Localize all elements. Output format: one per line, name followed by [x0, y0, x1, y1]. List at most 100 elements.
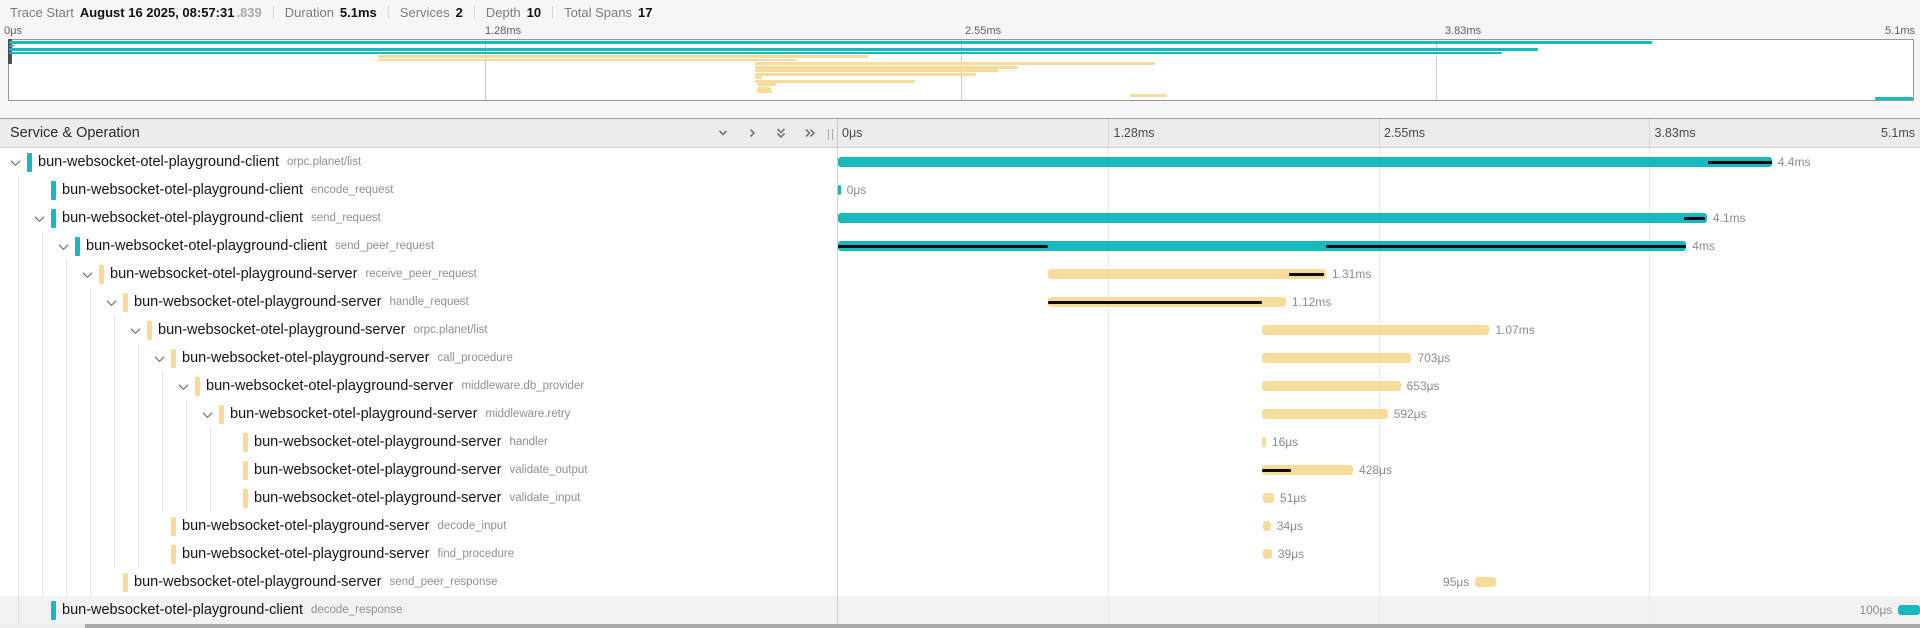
span-row[interactable]: bun-websocket-otel-playground-client sen…: [0, 232, 1920, 260]
span-expand-toggle[interactable]: [31, 182, 47, 198]
span-duration-bar[interactable]: [1475, 577, 1496, 587]
span-bar-cell[interactable]: 428μs: [837, 456, 1920, 484]
span-expand-toggle[interactable]: [31, 210, 47, 226]
span-bar-cell[interactable]: 34μs: [837, 512, 1920, 540]
span-row[interactable]: bun-websocket-otel-playground-server sen…: [0, 568, 1920, 596]
span-row[interactable]: bun-websocket-otel-playground-client enc…: [0, 176, 1920, 204]
span-row[interactable]: bun-websocket-otel-playground-server fin…: [0, 540, 1920, 568]
span-row[interactable]: bun-websocket-otel-playground-server orp…: [0, 316, 1920, 344]
span-bar-cell[interactable]: 51μs: [837, 484, 1920, 512]
span-row[interactable]: bun-websocket-otel-playground-server mid…: [0, 400, 1920, 428]
span-expand-toggle[interactable]: [127, 322, 143, 338]
span-bar-cell[interactable]: 95μs: [837, 568, 1920, 596]
span-expand-toggle[interactable]: [151, 518, 167, 534]
span-row[interactable]: bun-websocket-otel-playground-server val…: [0, 484, 1920, 512]
span-row[interactable]: bun-websocket-otel-playground-server rec…: [0, 260, 1920, 288]
span-duration-bar[interactable]: [1262, 353, 1411, 363]
span-name-cell[interactable]: bun-websocket-otel-playground-server han…: [0, 288, 837, 316]
span-bar-cell[interactable]: 16μs: [837, 428, 1920, 456]
span-row[interactable]: bun-websocket-otel-playground-client dec…: [0, 596, 1920, 624]
span-expand-toggle[interactable]: [103, 294, 119, 310]
span-bar-cell[interactable]: 4.4ms: [837, 148, 1920, 176]
span-name-cell[interactable]: bun-websocket-otel-playground-server val…: [0, 484, 837, 512]
span-name-cell[interactable]: bun-websocket-otel-playground-client sen…: [0, 232, 837, 260]
span-name-cell[interactable]: bun-websocket-otel-playground-client sen…: [0, 204, 837, 232]
span-name-cell[interactable]: bun-websocket-otel-playground-server rec…: [0, 260, 837, 288]
chevron-down-icon[interactable]: [716, 126, 730, 140]
span-bar-cell[interactable]: 100μs: [837, 596, 1920, 624]
span-expand-toggle[interactable]: [223, 490, 239, 506]
span-name-cell[interactable]: bun-websocket-otel-playground-server val…: [0, 456, 837, 484]
span-row[interactable]: bun-websocket-otel-playground-client orp…: [0, 148, 1920, 176]
span-bar-cell[interactable]: 592μs: [837, 400, 1920, 428]
span-duration-bar[interactable]: [1262, 381, 1400, 391]
span-name-cell[interactable]: bun-websocket-otel-playground-server han…: [0, 428, 837, 456]
span-row[interactable]: bun-websocket-otel-playground-server cal…: [0, 344, 1920, 372]
timeline-header-ticks: 0μs1.28ms2.55ms3.83ms5.1ms: [837, 119, 1920, 147]
span-duration-bar[interactable]: [838, 185, 841, 195]
span-duration-bar[interactable]: [1262, 409, 1388, 419]
service-name: bun-websocket-otel-playground-client: [62, 182, 303, 198]
span-duration-bar[interactable]: [838, 157, 1772, 167]
span-name-cell[interactable]: bun-websocket-otel-playground-server mid…: [0, 400, 837, 428]
tree-guide-line: [18, 400, 31, 428]
span-row[interactable]: bun-websocket-otel-playground-server mid…: [0, 372, 1920, 400]
span-expand-toggle[interactable]: [7, 154, 23, 170]
span-bar-cell[interactable]: 1.12ms: [837, 288, 1920, 316]
span-duration-label: 428μs: [1359, 463, 1392, 477]
span-row[interactable]: bun-websocket-otel-playground-server dec…: [0, 512, 1920, 540]
span-row[interactable]: bun-websocket-otel-playground-server han…: [0, 288, 1920, 316]
span-name-cell[interactable]: bun-websocket-otel-playground-client enc…: [0, 176, 837, 204]
span-row[interactable]: bun-websocket-otel-playground-client sen…: [0, 204, 1920, 232]
span-bar-cell[interactable]: 1.31ms: [837, 260, 1920, 288]
chevron-right-icon[interactable]: [745, 126, 759, 140]
trace-services-group: Services 2: [400, 5, 463, 20]
span-expand-toggle[interactable]: [223, 462, 239, 478]
span-name-cell[interactable]: bun-websocket-otel-playground-client orp…: [0, 148, 837, 176]
double-chevron-right-icon[interactable]: [803, 126, 817, 140]
span-row[interactable]: bun-websocket-otel-playground-server han…: [0, 428, 1920, 456]
span-duration-bar[interactable]: [1048, 269, 1326, 279]
span-bar-cell[interactable]: 39μs: [837, 540, 1920, 568]
span-name-cell[interactable]: bun-websocket-otel-playground-server sen…: [0, 568, 837, 596]
span-bar-cell[interactable]: 4.1ms: [837, 204, 1920, 232]
trace-minimap-canvas[interactable]: [8, 39, 1914, 101]
minimap-tick-labels: 0μs1.28ms2.55ms3.83ms5.1ms: [0, 24, 1920, 39]
tree-guide-line: [18, 456, 31, 484]
span-duration-bar[interactable]: [1263, 549, 1272, 559]
span-bar-cell[interactable]: 653μs: [837, 372, 1920, 400]
span-bar-cell[interactable]: 703μs: [837, 344, 1920, 372]
span-duration-bar[interactable]: [1898, 605, 1920, 615]
service-name: bun-websocket-otel-playground-client: [62, 602, 303, 618]
span-duration-bar[interactable]: [1262, 325, 1489, 335]
span-name-cell[interactable]: bun-websocket-otel-playground-server fin…: [0, 540, 837, 568]
minimap-span-bar: [755, 69, 999, 72]
span-bar-cell[interactable]: 4ms: [837, 232, 1920, 260]
span-expand-toggle[interactable]: [151, 546, 167, 562]
span-expand-toggle[interactable]: [151, 350, 167, 366]
span-bar-cell[interactable]: 1.07ms: [837, 316, 1920, 344]
span-expand-toggle[interactable]: [199, 406, 215, 422]
horizontal-scrollbar[interactable]: [0, 624, 1920, 628]
span-expand-toggle[interactable]: [103, 574, 119, 590]
span-name-cell[interactable]: bun-websocket-otel-playground-server orp…: [0, 316, 837, 344]
tree-guide-line: [186, 400, 199, 428]
span-expand-toggle[interactable]: [31, 602, 47, 618]
horizontal-scrollbar-thumb[interactable]: [85, 624, 1920, 628]
span-name-cell[interactable]: bun-websocket-otel-playground-server cal…: [0, 344, 837, 372]
span-name-cell[interactable]: bun-websocket-otel-playground-client dec…: [0, 596, 837, 624]
span-expand-toggle[interactable]: [79, 266, 95, 282]
span-bar-cell[interactable]: 0μs: [837, 176, 1920, 204]
span-duration-bar[interactable]: [1263, 521, 1271, 531]
span-duration-bar[interactable]: [1263, 493, 1274, 503]
span-duration-bar[interactable]: [1262, 437, 1266, 447]
double-chevron-down-icon[interactable]: [774, 126, 788, 140]
span-duration-bar[interactable]: [838, 213, 1707, 223]
span-expand-toggle[interactable]: [223, 434, 239, 450]
span-row[interactable]: bun-websocket-otel-playground-server val…: [0, 456, 1920, 484]
span-name-cell[interactable]: bun-websocket-otel-playground-server mid…: [0, 372, 837, 400]
span-expand-toggle[interactable]: [175, 378, 191, 394]
column-resize-grip[interactable]: [828, 129, 833, 140]
span-expand-toggle[interactable]: [55, 238, 71, 254]
span-name-cell[interactable]: bun-websocket-otel-playground-server dec…: [0, 512, 837, 540]
